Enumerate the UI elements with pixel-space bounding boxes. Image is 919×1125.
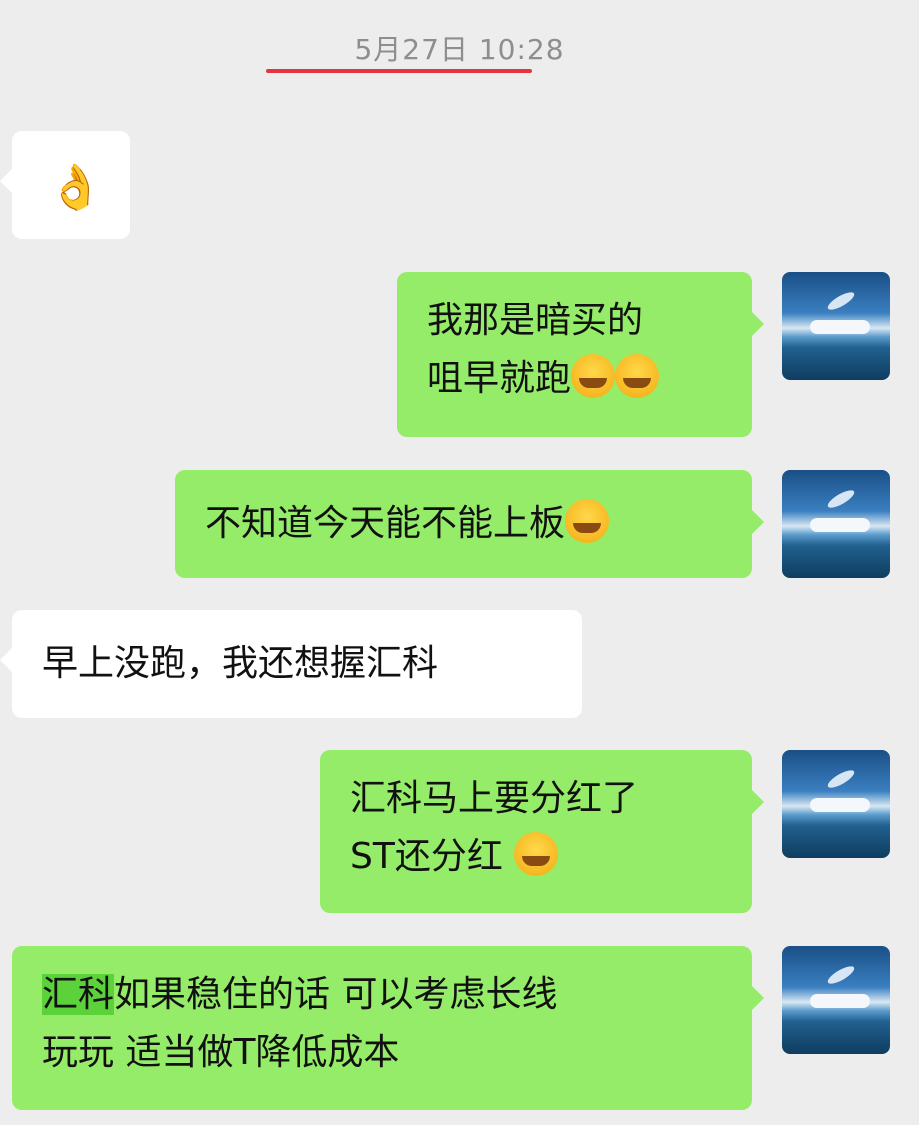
message-text: 早上没跑，我还想握汇科 [42,643,439,684]
message-text-line-2: ST还分红 [350,828,722,886]
message-incoming-4[interactable]: 早上没跑，我还想握汇科 [0,610,582,718]
laughing-crying-emoji-icon [571,354,616,398]
highlighted-text[interactable]: 汇科 [42,974,115,1015]
ok-hand-icon: 👌 [48,162,103,213]
message-outgoing-5[interactable]: 汇科马上要分红了 ST还分红 [320,750,764,913]
message-text: 不知道今天能不能上板 [205,503,566,544]
timestamp-underline [266,69,532,73]
avatar[interactable] [782,946,890,1054]
avatar[interactable] [782,272,890,380]
message-outgoing-3[interactable]: 不知道今天能不能上板 [175,470,764,578]
laughing-crying-emoji-icon [565,499,610,543]
message-outgoing-6[interactable]: 汇科如果稳住的话 可以考虑长线 玩玩 适当做T降低成本 [12,946,764,1110]
laughing-crying-emoji-icon [514,832,559,876]
avatar[interactable] [782,750,890,858]
message-text-line: 汇科马上要分红了 [350,778,639,819]
laughing-crying-emoji-icon [615,354,660,398]
message-text-line: 汇科如果稳住的话 可以考虑长线 [42,974,558,1015]
avatar[interactable] [782,470,890,578]
message-incoming-ok[interactable]: 👌 [0,131,130,239]
message-text-line: 我那是暗买的 [427,300,644,341]
chat-timestamp: 5月27日 10:28 [354,33,565,66]
message-outgoing-2[interactable]: 我那是暗买的 咀早就跑 [397,272,764,437]
message-text-line-2: 玩玩 适当做T降低成本 [42,1032,400,1073]
message-text-line-2: 咀早就跑 [427,350,722,408]
